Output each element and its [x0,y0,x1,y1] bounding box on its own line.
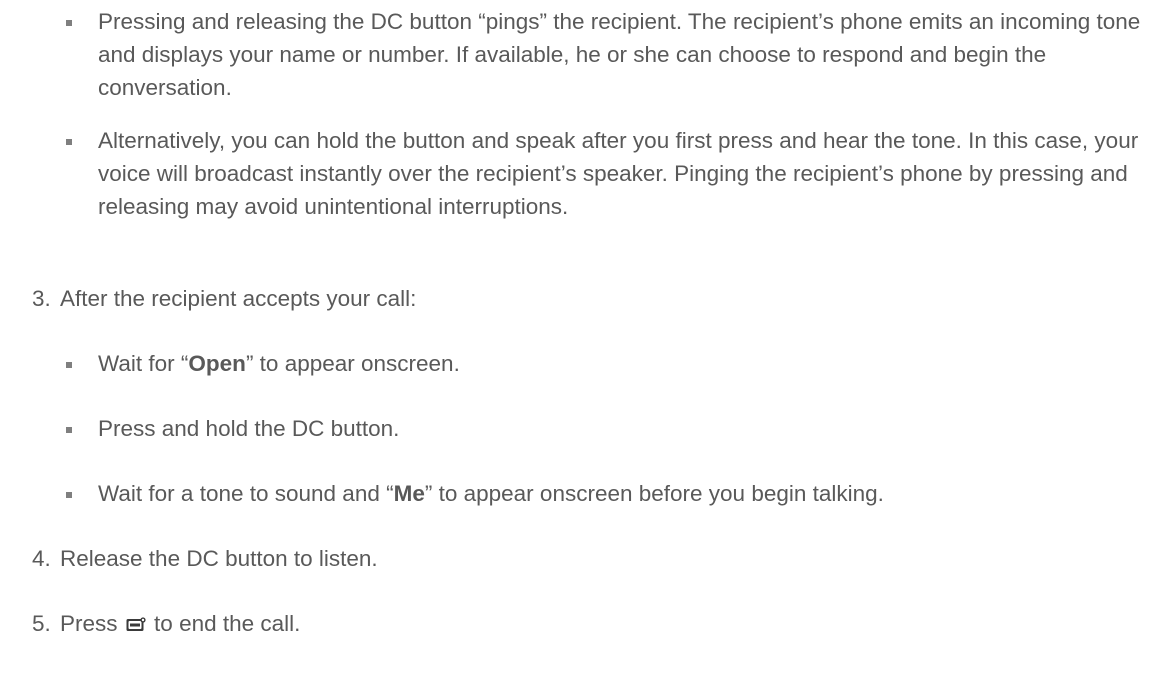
manual-page: Pressing and releasing the DC button “pi… [0,0,1167,684]
step-number: 5. [32,611,51,636]
text-segment: Wait for a tone to sound and “ [98,481,394,506]
bullet-marker [66,492,72,498]
text-segment: ” to appear onscreen before you begin ta… [424,481,884,506]
bold-term-open: Open [188,351,246,376]
step-number: 4. [32,546,51,571]
step-4: 4. Release the DC button to listen. [32,542,1132,575]
step-text: Release the DC button to listen. [60,546,378,571]
step-number: 3. [32,286,51,311]
bullet-wait-me: Wait for a tone to sound and “Me” to app… [98,477,1163,510]
bullet-ping-description: Pressing and releasing the DC button “pi… [98,9,1141,100]
step-text: After the recipient accepts your call: [60,286,417,311]
step-text-before: Press [60,611,118,636]
bullet-press-hold: Press and hold the DC button. [98,416,400,441]
end-call-key-icon [126,617,146,631]
bullet-marker [66,20,72,26]
bullet-marker [66,139,72,145]
bullet-wait-open: Wait for “Open” to appear onscreen. [98,347,1163,380]
text-segment: ” to appear onscreen. [245,351,460,376]
bold-term-me: Me [393,481,425,506]
step-3: 3. After the recipient accepts your call: [32,282,1132,315]
bullet-marker [66,362,72,368]
step-text-after: to end the call. [154,611,301,636]
bullet-hold-description: Alternatively, you can hold the button a… [98,128,1139,219]
step-5: 5. Press to end the call. [32,607,1132,640]
bullet-marker [66,427,72,433]
text-segment: Wait for “ [98,351,189,376]
